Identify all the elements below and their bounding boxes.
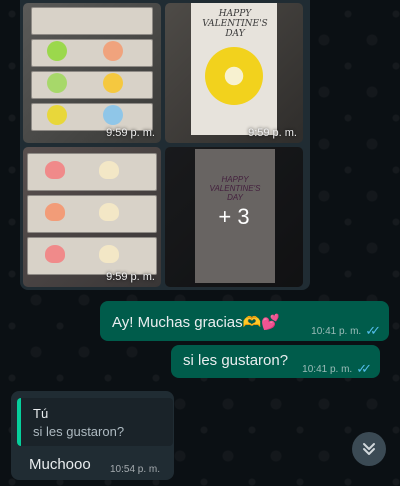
message-text: Muchooo: [29, 456, 91, 473]
flower-image: [47, 73, 67, 93]
message-time: 10:41 p. m.: [311, 325, 362, 337]
message-meta: 10:41 p. m. ✓✓: [302, 361, 372, 377]
flower-image: [47, 41, 67, 61]
sunflower-image: [205, 47, 263, 105]
scroll-to-bottom-button[interactable]: [352, 432, 386, 466]
heart-image: [45, 203, 65, 221]
heart-image: [45, 245, 65, 263]
read-ticks-icon: ✓✓: [356, 361, 372, 376]
message-bubble-outgoing[interactable]: si les gustaron? 10:41 p. m. ✓✓: [171, 345, 380, 378]
message-text: Ay! Muchas gracias🫶💕: [112, 314, 280, 331]
message-meta: 10:41 p. m. ✓✓: [311, 323, 381, 339]
photo-timestamp: 9:59 p. m.: [106, 127, 155, 139]
quoted-message[interactable]: Tú si les gustaron?: [17, 398, 173, 446]
album-photo-1[interactable]: 9:59 p. m.: [23, 3, 161, 143]
more-photos-count: + 3: [218, 204, 250, 229]
photo-timestamp: 9:59 p. m.: [248, 127, 297, 139]
quote-author: Tú: [33, 406, 49, 421]
flower-image: [103, 105, 123, 125]
heart-image: [45, 161, 65, 179]
album-photo-2[interactable]: HAPPY VALENTINE'S DAY 9:59 p. m.: [165, 3, 303, 143]
quote-text: si les gustaron?: [33, 424, 125, 439]
read-ticks-icon: ✓✓: [365, 323, 381, 338]
flower-image: [47, 105, 67, 125]
album-photo-more[interactable]: HAPPY VALENTINE'S DAY + 3: [165, 147, 303, 287]
message-time: 10:41 p. m.: [302, 363, 353, 375]
heart-image: [99, 161, 119, 179]
message-text: si les gustaron?: [183, 352, 289, 369]
heart-image: [99, 203, 119, 221]
flower-image: [103, 41, 123, 61]
more-photos-overlay[interactable]: + 3: [165, 147, 303, 287]
message-bubble-outgoing[interactable]: Ay! Muchas gracias🫶💕 10:41 p. m. ✓✓: [100, 301, 389, 341]
album-photo-3[interactable]: 9:59 p. m.: [23, 147, 161, 287]
flower-image: [103, 73, 123, 93]
card-strip: [31, 7, 153, 35]
double-chevron-down-icon: [363, 443, 375, 455]
heart-image: [99, 245, 119, 263]
message-time: 10:54 p. m.: [110, 464, 161, 475]
card-text: HAPPY VALENTINE'S DAY: [202, 9, 268, 39]
photo-timestamp: 9:59 p. m.: [106, 271, 155, 283]
